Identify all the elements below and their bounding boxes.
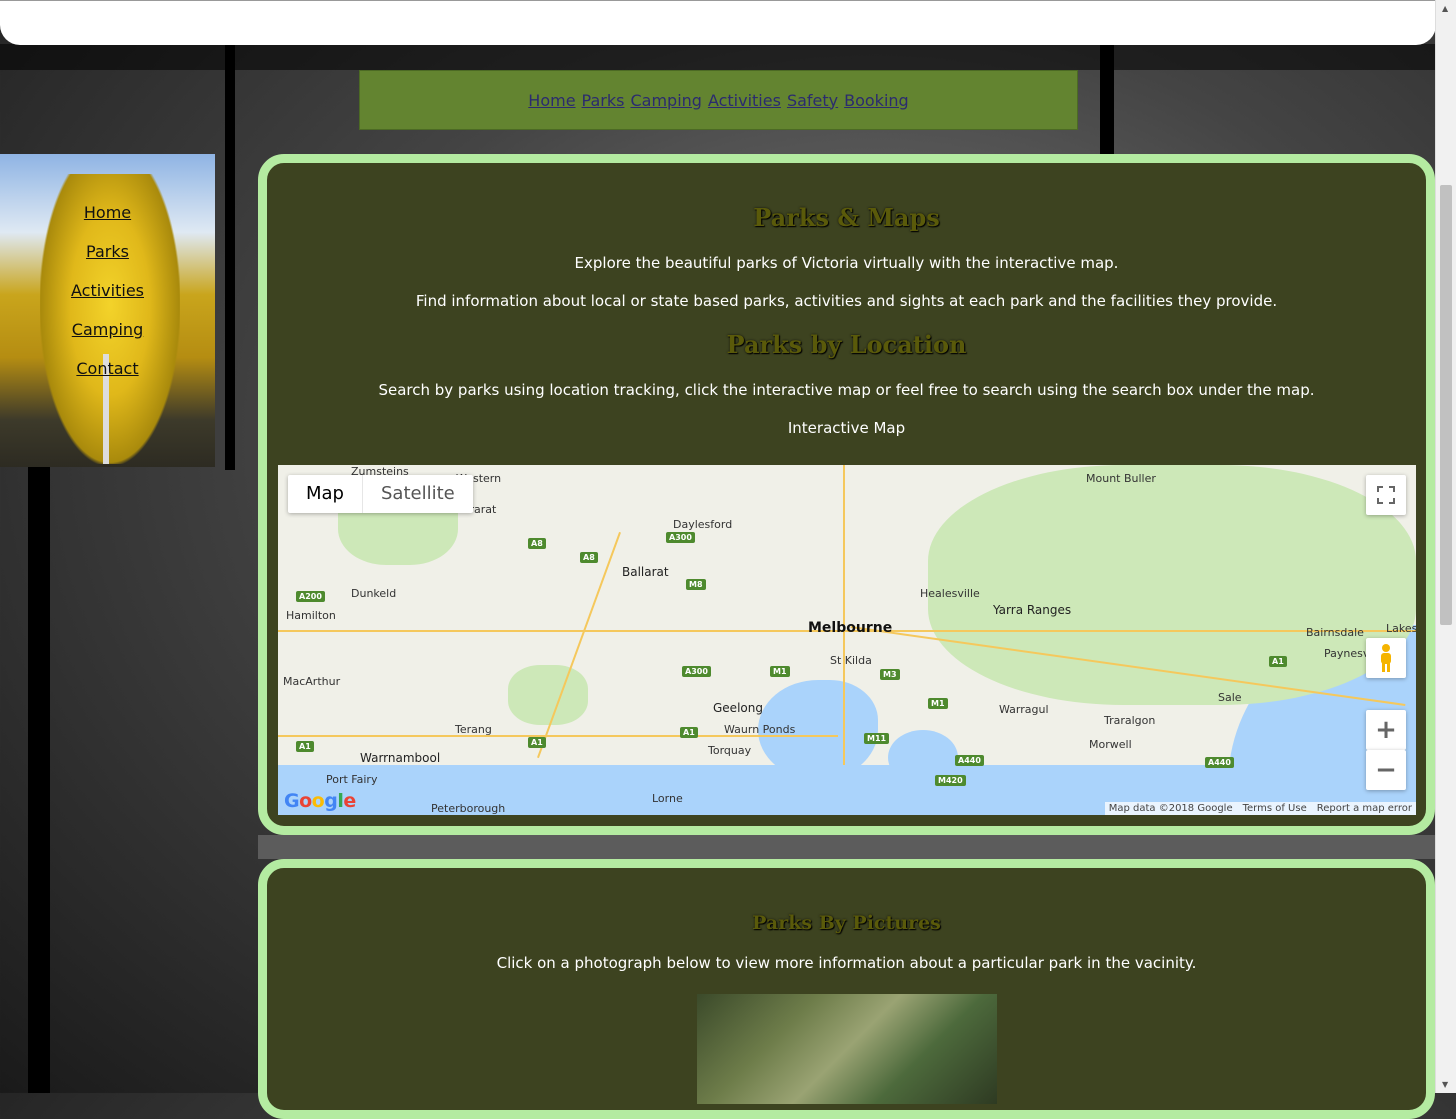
scrollbar-thumb[interactable]	[1440, 185, 1452, 625]
map-type-map-button[interactable]: Map	[288, 475, 363, 513]
road-shield: A440	[1205, 757, 1234, 768]
map-label-waurnponds: Waurn Ponds	[724, 723, 796, 736]
top-nav-parks[interactable]: Parks	[582, 91, 625, 110]
pegman-icon	[1381, 644, 1391, 672]
map-label-daylesford: Daylesford	[673, 518, 733, 531]
terms-link[interactable]: Terms of Use	[1243, 803, 1307, 814]
map-label-melbourne: Melbourne	[808, 620, 893, 636]
map-label-stkilda: St Kilda	[830, 654, 872, 667]
map-label-yarra: Yarra Ranges	[993, 603, 1072, 617]
parks-by-location-title: Parks by Location	[726, 330, 967, 359]
background-tree-trunk	[0, 44, 1436, 70]
report-map-error-link[interactable]: Report a map error	[1317, 803, 1412, 814]
map-label-hamilton: Hamilton	[286, 609, 336, 622]
intro-text-2: Find information about local or state ba…	[415, 292, 1278, 310]
map-label-torquay: Torquay	[708, 744, 752, 757]
top-nav-home[interactable]: Home	[528, 91, 575, 110]
map-label-lakes: Lakes	[1386, 622, 1416, 635]
road-shield: M3	[880, 669, 900, 680]
side-nav-camping[interactable]: Camping	[72, 318, 143, 341]
background-tree-trunk	[28, 460, 50, 1093]
parks-pictures-panel: Parks By Pictures Click on a photograph …	[258, 859, 1435, 1119]
parks-maps-panel: Parks & Maps Explore the beautiful parks…	[258, 154, 1435, 835]
road-shield: A440	[955, 755, 984, 766]
map-footer: Map data ©2018 Google Terms of Use Repor…	[1104, 802, 1416, 815]
map-label-morwell: Morwell	[1089, 738, 1132, 751]
minus-icon: −	[1375, 755, 1397, 785]
map-label-mountbuller: Mount Buller	[1086, 472, 1156, 485]
zoom-in-button[interactable]: +	[1366, 710, 1406, 750]
search-instructions: Search by parks using location tracking,…	[378, 381, 1315, 399]
road-shield: M11	[864, 733, 890, 744]
top-nav-activities[interactable]: Activities	[708, 91, 781, 110]
map-label-warrnambool: Warrnambool	[360, 751, 441, 765]
side-navigation: Home Parks Activities Camping Contact	[0, 154, 215, 467]
map-label-dunkeld: Dunkeld	[351, 587, 397, 600]
map-label-lorne: Lorne	[652, 792, 683, 805]
side-nav-contact[interactable]: Contact	[76, 357, 138, 380]
browser-top-bar	[0, 0, 1436, 45]
road-shield: M1	[928, 698, 948, 709]
top-navigation: Home Parks Camping Activities Safety Boo…	[359, 70, 1078, 130]
map-label-traralgon: Traralgon	[1104, 714, 1156, 727]
map-label-terang: Terang	[455, 723, 492, 736]
road-shield: M420	[935, 775, 966, 786]
pictures-instructions: Click on a photograph below to view more…	[496, 954, 1197, 972]
background-tree-trunk	[225, 40, 235, 470]
road-shield: M8	[686, 579, 706, 590]
intro-text-1: Explore the beautiful parks of Victoria …	[574, 254, 1119, 272]
road-shield: M1	[770, 666, 790, 677]
scroll-down-icon[interactable]: ▼	[1442, 1080, 1448, 1089]
map-label-peterborough: Peterborough	[431, 802, 506, 815]
map-label-healesville: Healesville	[920, 587, 980, 600]
road-shield: A1	[296, 741, 314, 752]
map-attribution: Map data ©2018 Google	[1108, 803, 1233, 814]
road-shield: A1	[1269, 656, 1287, 667]
top-nav-safety[interactable]: Safety	[787, 91, 838, 110]
parks-maps-title: Parks & Maps	[753, 203, 940, 232]
forest-area	[508, 665, 588, 725]
road-shield: A200	[296, 591, 325, 602]
top-nav-camping[interactable]: Camping	[630, 91, 701, 110]
top-nav-booking[interactable]: Booking	[844, 91, 909, 110]
road-shield: A1	[680, 727, 698, 738]
map-label-warragul: Warragul	[999, 703, 1049, 716]
page-scrollbar[interactable]: ▲ ▼	[1435, 0, 1456, 1093]
road-shield: A1	[528, 737, 546, 748]
fullscreen-icon	[1377, 486, 1395, 504]
forest-area	[928, 465, 1416, 705]
road	[843, 465, 845, 765]
map-label-ballarat: Ballarat	[622, 565, 669, 579]
zoom-out-button[interactable]: −	[1366, 750, 1406, 790]
road	[537, 531, 621, 759]
side-nav-home[interactable]: Home	[84, 201, 131, 224]
road-shield: A300	[666, 532, 695, 543]
parks-by-pictures-title: Parks By Pictures	[752, 912, 941, 934]
side-nav-parks[interactable]: Parks	[86, 240, 129, 263]
map-type-satellite-button[interactable]: Satellite	[363, 475, 473, 513]
map-type-control: Map Satellite	[288, 475, 473, 513]
road-shield: A8	[528, 538, 546, 549]
map-label-sale: Sale	[1218, 691, 1242, 704]
map-label-portfairy: Port Fairy	[326, 773, 378, 786]
road-shield: A300	[682, 666, 711, 677]
map-label-macarthur: MacArthur	[283, 675, 341, 688]
plus-icon: +	[1375, 715, 1397, 745]
map-label-geelong: Geelong	[713, 701, 763, 715]
street-view-button[interactable]	[1366, 638, 1406, 678]
fullscreen-button[interactable]	[1366, 475, 1406, 515]
map-label-bairnsdale: Bairnsdale	[1306, 626, 1364, 639]
scroll-up-icon[interactable]: ▲	[1442, 4, 1448, 13]
park-photograph[interactable]	[697, 994, 997, 1104]
background-band	[258, 835, 1435, 859]
side-nav-activities[interactable]: Activities	[71, 279, 144, 302]
road-shield: A8	[580, 552, 598, 563]
google-logo: Google	[284, 790, 356, 812]
map-caption: Interactive Map	[787, 419, 906, 437]
interactive-map[interactable]: Melbourne Yarra Ranges Ballarat Geelong …	[278, 465, 1416, 815]
